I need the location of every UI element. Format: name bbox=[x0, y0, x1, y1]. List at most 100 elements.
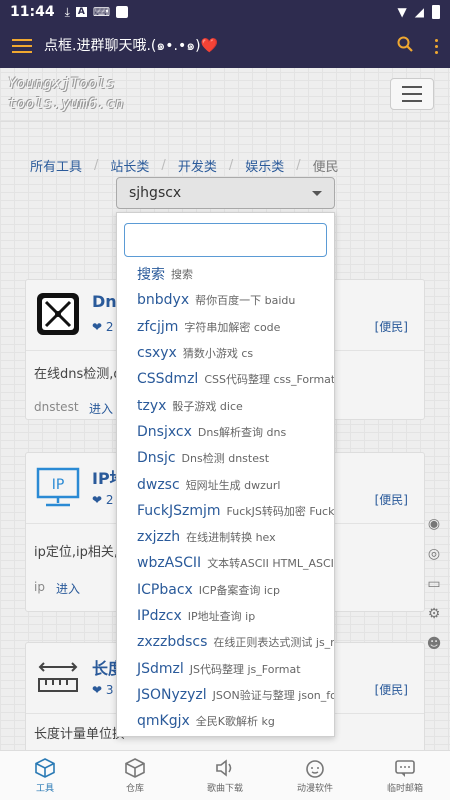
app-title: 点框.进群聊天哦.(๑•.•๑)❤️ bbox=[44, 38, 218, 54]
tool-card-category[interactable]: [便民] bbox=[375, 681, 408, 698]
chevron-down-icon bbox=[312, 190, 322, 196]
nav-drawer-button[interactable] bbox=[12, 39, 32, 53]
mail-chat-icon bbox=[394, 757, 416, 779]
dropdown-option[interactable]: IPdzcx IP地址查询 ip bbox=[117, 603, 334, 629]
tool-card-slug: ip bbox=[34, 580, 45, 594]
dropdown-option[interactable]: qmKgjx 全民K歌解析 kg bbox=[117, 708, 334, 734]
category-breadcrumb: 所有工具 / 站长类 / 开发类 / 娱乐类 / 便民 bbox=[30, 156, 339, 175]
dropdown-option[interactable]: zfcjjm 字符串加解密 code bbox=[117, 314, 334, 340]
bottom-nav-temp-mail[interactable]: 临时邮箱 bbox=[360, 751, 450, 800]
heart-icon: ❤ bbox=[92, 493, 103, 507]
anime-face-icon bbox=[304, 757, 326, 779]
option-desc: 全民K歌解析 kg bbox=[195, 715, 275, 729]
warehouse-box-icon bbox=[124, 757, 146, 779]
dropdown-option[interactable]: wbzASCII 文本转ASCII HTML_ASCII bbox=[117, 550, 335, 576]
crumb-convenience[interactable]: 便民 bbox=[313, 156, 339, 175]
option-key: wbzASCII bbox=[137, 555, 202, 572]
option-desc: 在线进制转换 hex bbox=[186, 531, 276, 545]
bottom-nav-label: 临时邮箱 bbox=[386, 784, 423, 794]
option-desc: 文本转ASCII HTML_ASCII bbox=[207, 557, 335, 571]
option-key: qmKgjx bbox=[137, 713, 190, 730]
option-key: bnbdyx bbox=[137, 292, 190, 309]
font-icon: A bbox=[75, 7, 87, 17]
app-square-icon bbox=[116, 6, 129, 18]
tool-card-category[interactable]: [便民] bbox=[375, 318, 408, 335]
site-logo-url[interactable]: tools.yum6.cn bbox=[8, 96, 124, 112]
dropdown-option[interactable]: CSSdmzl CSS代码整理 css_Format bbox=[117, 366, 335, 392]
dropdown-option[interactable]: 搜索 搜索 bbox=[117, 261, 334, 287]
app-actions bbox=[397, 36, 438, 56]
dropdown-option[interactable]: Dnsjxcx Dns解析查询 dns bbox=[117, 419, 334, 445]
option-desc: Dns解析查询 dns bbox=[197, 425, 287, 439]
option-key: Dnsjc bbox=[137, 450, 176, 467]
qq-icon[interactable]: ◉ bbox=[428, 516, 440, 533]
site-header: YoungxjTools tools.yum6.cn bbox=[0, 68, 450, 120]
dropdown-option[interactable]: csxyx 猜数小游戏 cs bbox=[117, 340, 334, 366]
bottom-nav-warehouse[interactable]: 仓库 bbox=[90, 751, 180, 800]
dropdown-option[interactable]: zxzzbdscs 在线正则表达式测试 js_reg bbox=[117, 629, 335, 655]
crumb-dev[interactable]: 开发类 bbox=[178, 156, 217, 175]
dropdown-option[interactable]: bnbdyx 帮你百度一下 baidu bbox=[117, 287, 334, 313]
bottom-nav-tools[interactable]: 工具 bbox=[0, 751, 90, 800]
option-key: FuckJSzmjm bbox=[137, 502, 221, 519]
option-desc: ICP备案查询 icp bbox=[198, 583, 280, 597]
dropdown-option[interactable]: zxjzzh 在线进制转换 hex bbox=[117, 524, 334, 550]
dropdown-option[interactable]: tzyx 骰子游戏 dice bbox=[117, 392, 334, 418]
tool-card-like-count: 2 bbox=[105, 320, 114, 334]
search-icon[interactable] bbox=[397, 36, 413, 56]
tool-card-enter-link[interactable]: 进入 bbox=[56, 580, 80, 597]
option-key: 搜索 bbox=[137, 267, 165, 284]
tool-card-description: 在线dns检测,d bbox=[34, 367, 122, 382]
dropdown-option[interactable]: Dnsjc Dns检测 dnstest bbox=[117, 445, 334, 471]
bottom-nav-label: 动漫软件 bbox=[296, 784, 333, 794]
status-time: 11:44 bbox=[10, 4, 55, 20]
option-key: dwzsc bbox=[137, 476, 180, 493]
dropdown-option[interactable]: JSdmzl JS代码整理 js_Format bbox=[117, 655, 334, 681]
app-bar: 点框.进群聊天哦.(๑•.•๑)❤️ bbox=[0, 24, 450, 68]
site-logo-title[interactable]: YoungxjTools bbox=[8, 76, 115, 92]
tool-card-enter-link[interactable]: 进入 bbox=[89, 400, 113, 417]
option-key: zfcjjm bbox=[137, 318, 179, 335]
weibo-icon[interactable]: ◎ bbox=[428, 546, 440, 563]
dropdown-option[interactable]: FuckJSzmjm FuckJS转码加密 FuckJS bbox=[117, 498, 335, 524]
tool-select[interactable]: sjhgscx bbox=[116, 177, 335, 209]
tool-card-slug: dnstest bbox=[34, 400, 79, 414]
status-bar: 11:44 ⤓ A ⌨ ▼ ◢ bbox=[0, 0, 450, 24]
dropdown-option[interactable]: ICPbacx ICP备案查询 icp bbox=[117, 577, 334, 603]
option-key: zxzzbdscs bbox=[137, 634, 208, 651]
bottom-navigation: 工具 仓库 歌曲下载 动漫软件 临时邮箱 bbox=[0, 750, 450, 800]
bottom-nav-anime[interactable]: 动漫软件 bbox=[270, 751, 360, 800]
monitor-icon[interactable]: ▭ bbox=[427, 576, 440, 593]
option-desc: 骰子游戏 dice bbox=[172, 399, 243, 413]
crumb-all-tools[interactable]: 所有工具 bbox=[30, 156, 82, 175]
option-desc: 在线正则表达式测试 js_reg bbox=[213, 636, 335, 650]
tool-card-likes: ❤ 2 bbox=[92, 320, 114, 334]
option-key: tzyx bbox=[137, 397, 167, 414]
site-menu-toggle[interactable] bbox=[390, 78, 434, 110]
option-desc: 帮你百度一下 baidu bbox=[195, 294, 296, 308]
bottom-nav-songs[interactable]: 歌曲下载 bbox=[180, 751, 270, 800]
tools-cube-icon bbox=[34, 757, 56, 779]
tool-card-description: 长度计量单位换 bbox=[34, 727, 124, 742]
dropdown-option[interactable]: JSONyzyzl JSON验证与整理 json_format bbox=[117, 682, 334, 708]
heart-icon: ❤ bbox=[92, 320, 103, 334]
github-cat-icon[interactable]: ☻ bbox=[427, 636, 442, 653]
dropdown-option[interactable]: dwzsc 短网址生成 dwzurl bbox=[117, 471, 334, 497]
option-desc: CSS代码整理 css_Format bbox=[204, 373, 335, 387]
bottom-nav-label: 仓库 bbox=[125, 784, 144, 794]
tool-card-category[interactable]: [便民] bbox=[375, 491, 408, 508]
keyboard-icon: ⌨ bbox=[92, 5, 111, 19]
tool-card-description: ip定位,ip相关,ip bbox=[34, 545, 124, 560]
option-key: ICPbacx bbox=[137, 581, 193, 598]
crumb-entertainment[interactable]: 娱乐类 bbox=[245, 156, 284, 175]
option-desc: FuckJS转码加密 FuckJS bbox=[226, 504, 335, 518]
gear-icon[interactable]: ⚙ bbox=[428, 606, 441, 623]
option-key: IPdzcx bbox=[137, 608, 182, 624]
battery-icon bbox=[432, 5, 440, 19]
bottom-nav-label: 工具 bbox=[35, 784, 54, 794]
dropdown-search-input[interactable] bbox=[124, 223, 327, 257]
ruler-tool-icon bbox=[36, 655, 80, 699]
crumb-webmaster[interactable]: 站长类 bbox=[110, 156, 149, 175]
option-key: csxyx bbox=[137, 345, 177, 362]
more-options-icon[interactable] bbox=[435, 38, 438, 54]
